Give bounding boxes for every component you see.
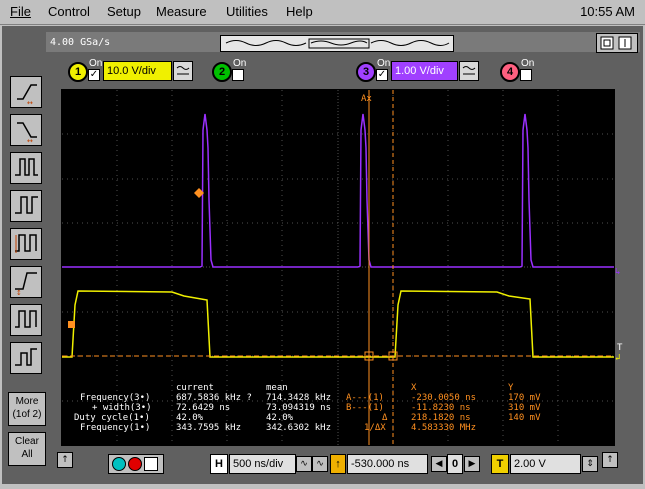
channel-1-scale[interactable]: 10.0 V/div [103,61,172,81]
meas-row-current: 72.6429 ns [176,403,231,413]
timebase-field[interactable]: 500 ns/div [229,454,296,474]
left-toolbar: ↔ ↔ ↕ More (1of 2) Clear All [2,26,46,484]
display-mode-icon[interactable] [596,33,638,53]
pulse-width-icon[interactable] [10,152,42,184]
delay-field[interactable]: -530.000 ns [347,454,428,474]
marker-row-x: 218.1820 ns [411,413,471,423]
horizontal-label: H [210,454,228,474]
meas-row-mean: 73.094319 ns [266,403,332,413]
scroll-up-icon[interactable]: ↑ [57,452,73,468]
channel-1-marker-icon [68,321,75,328]
channel-1-checkbox[interactable]: ✓ [88,69,100,81]
marker-row-x: -11.8230 ns [411,403,471,413]
frequency-icon[interactable] [10,304,42,336]
marker-row-x: 4.583330 MHz [411,423,477,433]
timebase-up-icon[interactable]: ∿ [312,456,328,472]
marker-row-y: 170 mV [508,393,541,403]
channel-3-checkbox[interactable]: ✓ [376,69,388,81]
trigger-level-spinner-icon[interactable]: ⇕ [582,456,598,472]
channel-3-scale[interactable]: 1.00 V/div [391,61,458,81]
marker-ax-label: Ax [361,94,372,104]
svg-text:↔: ↔ [27,99,33,107]
clear-all-button[interactable]: Clear All [8,432,46,466]
channel-3-coupling-icon[interactable] [459,61,479,81]
marker-header-y: Y [508,383,514,393]
single-button[interactable] [144,457,158,471]
marker-row-label: Δ [382,413,388,423]
marker-row-y: 310 mV [508,403,541,413]
marker-row-label: 1/ΔX [364,423,386,433]
meas-header-current: current [176,383,214,393]
delay-right-icon[interactable]: ▶ [464,456,480,472]
meas-row-current: 687.5836 kHz ? [176,393,252,403]
channel-3-on-label: On [377,58,391,69]
scroll-up-right-icon[interactable]: ↑ [602,452,618,468]
channel-2-checkbox[interactable] [232,69,244,81]
menu-help[interactable]: Help [286,4,313,19]
trigger-label: T [491,454,509,474]
svg-text:↳: ↳ [615,267,620,277]
channel-2-indicator[interactable]: 2 [212,62,232,82]
menu-measure[interactable]: Measure [156,4,207,19]
marker-header-x: X [411,383,417,393]
menu-file[interactable]: File [10,4,31,19]
meas-header-mean: mean [266,383,288,393]
menu-control[interactable]: Control [48,4,90,19]
channel-4-checkbox[interactable] [520,69,532,81]
meas-row-mean: 42.0% [266,413,294,423]
sample-rate: 4.00 GSa/s [50,37,111,48]
marker-row-x: -230.0050 ns [411,393,477,403]
period-icon[interactable] [10,228,42,260]
meas-row-current: 343.7595 kHz [176,423,242,433]
delay-reference-icon[interactable]: ↑ [330,454,346,474]
channel-1-indicator[interactable]: 1 [68,62,88,82]
delay-zero-button[interactable]: 0 [447,454,463,474]
meas-row-mean: 342.6302 kHz [266,423,332,433]
meas-row-label[interactable]: Frequency(3•) [80,393,150,403]
menu-bar: File Control Setup Measure Utilities Hel… [0,0,645,25]
marker-row-y: 140 mV [508,413,541,423]
marker-row-label: A---(1) [346,393,384,403]
rising-edge-trigger-icon[interactable]: ↔ [10,76,42,108]
trigger-level-field[interactable]: 2.00 V [510,454,581,474]
channel-3-indicator[interactable]: 3 [356,62,376,82]
meas-row-label[interactable]: Frequency(1•) [80,423,150,433]
channel-2-on-label: On [233,58,247,69]
channel-4-on-label: On [521,58,535,69]
right-level-markers: ↳ T ↲ [615,267,623,363]
svg-text:↔: ↔ [27,137,33,145]
waveform-overview[interactable] [220,35,454,52]
channel-3-trace [62,113,614,268]
menu-utilities[interactable]: Utilities [226,4,268,19]
meas-row-label[interactable]: + width(3•) [92,403,152,413]
rise-time-icon[interactable]: ↕ [10,266,42,298]
channel-1-on-label: On [89,58,103,69]
meas-row-mean: 714.3428 kHz [266,393,332,403]
amplitude-icon[interactable] [10,342,42,374]
falling-edge-trigger-icon[interactable]: ↔ [10,114,42,146]
duty-cycle-icon[interactable] [10,190,42,222]
more-button[interactable]: More (1of 2) [8,392,46,426]
waveform-display[interactable]: Ax current mean Frequency(3•) 687.5836 k… [61,89,615,446]
svg-text:↕: ↕ [16,289,22,297]
marker-row-label: B---(1) [346,403,384,413]
meas-row-label[interactable]: Duty cycle(1•) [74,413,150,423]
svg-text:↲: ↲ [615,353,620,363]
trigger-level-marker: T [617,343,623,353]
timebase-down-icon[interactable]: ∿ [296,456,312,472]
clock: 10:55 AM [580,4,635,19]
stop-button[interactable] [128,457,142,471]
meas-row-current: 42.0% [176,413,204,423]
delay-left-icon[interactable]: ◀ [431,456,447,472]
menu-setup[interactable]: Setup [107,4,141,19]
channel-4-indicator[interactable]: 4 [500,62,520,82]
waveform-svg: Ax [62,90,614,445]
channel-1-coupling-icon[interactable] [173,61,193,81]
run-button[interactable] [112,457,126,471]
